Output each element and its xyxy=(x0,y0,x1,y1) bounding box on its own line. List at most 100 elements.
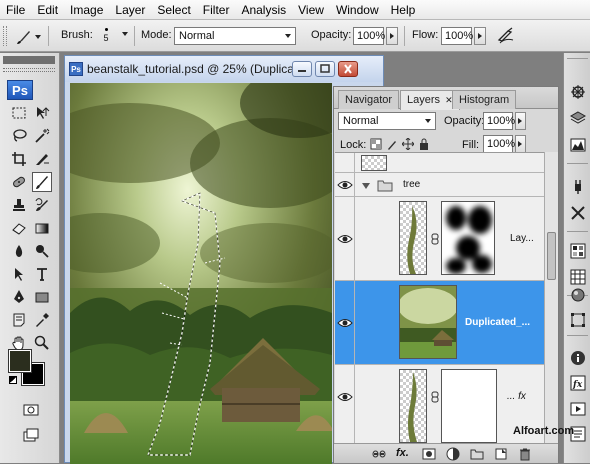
swatches-dock-button[interactable] xyxy=(568,267,587,286)
actions-dock-button[interactable] xyxy=(568,399,587,418)
default-colors-icon[interactable] xyxy=(9,376,17,384)
menu-analysis[interactable]: Analysis xyxy=(241,3,286,17)
move-tool[interactable] xyxy=(32,103,52,123)
brushes-dock-button[interactable] xyxy=(568,177,587,196)
type-tool[interactable] xyxy=(32,264,52,284)
flow-slider-button[interactable] xyxy=(474,27,486,45)
blend-mode-select[interactable]: Normal xyxy=(338,112,436,130)
history-brush-tool[interactable] xyxy=(32,195,52,215)
visibility-cell[interactable] xyxy=(335,173,355,196)
scrollbar-thumb[interactable] xyxy=(547,232,556,280)
foreground-color-swatch[interactable] xyxy=(8,349,32,373)
document-canvas[interactable] xyxy=(70,83,332,464)
lock-all-icon[interactable] xyxy=(418,138,430,150)
add-mask-icon[interactable] xyxy=(422,447,436,461)
photoshop-logo[interactable]: Ps xyxy=(7,80,33,100)
eye-icon[interactable] xyxy=(337,389,353,405)
blur-tool[interactable] xyxy=(9,241,29,261)
healing-brush-tool[interactable] xyxy=(9,172,29,192)
lock-pixels-icon[interactable] xyxy=(386,138,398,150)
visibility-cell[interactable] xyxy=(335,281,355,364)
notes-tool[interactable] xyxy=(9,310,29,330)
layer-row[interactable]: Lay... xyxy=(335,197,544,281)
menu-window[interactable]: Window xyxy=(336,3,379,17)
chevron-down-icon[interactable] xyxy=(122,32,128,36)
eye-icon[interactable] xyxy=(337,177,353,193)
fill-slider-button[interactable] xyxy=(515,135,526,153)
collapse-triangle-icon[interactable] xyxy=(361,181,371,191)
fx-icon[interactable]: fx. xyxy=(396,447,410,461)
layer-opacity-slider-button[interactable] xyxy=(515,112,526,130)
menu-view[interactable]: View xyxy=(298,3,324,17)
slice-tool[interactable] xyxy=(32,149,52,169)
visibility-cell[interactable] xyxy=(335,197,355,280)
visibility-cell[interactable] xyxy=(335,153,355,172)
crop-tool[interactable] xyxy=(9,149,29,169)
styles-fx-dock-button[interactable]: fx xyxy=(568,373,587,392)
airbrush-button[interactable] xyxy=(496,26,518,46)
shape-tool[interactable] xyxy=(32,287,52,307)
brush-tool[interactable] xyxy=(32,172,52,192)
eyedropper-tool[interactable] xyxy=(32,310,52,330)
opacity-slider-button[interactable] xyxy=(386,27,398,45)
toolbox-header[interactable] xyxy=(3,56,55,64)
new-layer-icon[interactable] xyxy=(494,447,508,461)
tool-preset-picker[interactable] xyxy=(12,26,42,46)
lock-position-icon[interactable] xyxy=(402,138,414,150)
navigator-dock-button[interactable] xyxy=(568,82,587,101)
layer-row[interactable] xyxy=(335,153,544,173)
fill-input[interactable]: 100% xyxy=(483,135,515,153)
histogram-dock-button[interactable] xyxy=(568,135,587,154)
menu-edit[interactable]: Edit xyxy=(37,3,58,17)
eye-icon[interactable] xyxy=(337,231,353,247)
flow-input[interactable]: 100% xyxy=(441,27,473,45)
tool-presets-dock-button[interactable] xyxy=(568,203,587,222)
magic-wand-tool[interactable] xyxy=(32,126,52,146)
dodge-tool[interactable] xyxy=(32,241,52,261)
tab-layers[interactable]: Layers ✕ xyxy=(400,90,460,110)
tab-histogram[interactable]: Histogram xyxy=(452,90,517,109)
menu-help[interactable]: Help xyxy=(391,3,416,17)
clone-stamp-tool[interactable] xyxy=(9,195,29,215)
layer-opacity-input[interactable]: 100% xyxy=(483,112,515,130)
toolbox-grip[interactable] xyxy=(3,68,55,72)
info-dock-button[interactable] xyxy=(568,348,587,367)
new-group-icon[interactable] xyxy=(470,447,484,461)
eye-icon[interactable] xyxy=(337,315,353,331)
maximize-button[interactable] xyxy=(315,61,335,77)
layer-group-row[interactable]: tree xyxy=(335,173,544,197)
chain-link-icon[interactable] xyxy=(431,391,439,403)
visibility-cell[interactable] xyxy=(335,365,355,444)
minimize-button[interactable] xyxy=(292,61,312,77)
menu-file[interactable]: File xyxy=(6,3,25,17)
layer-row-selected[interactable]: Duplicated_... xyxy=(335,281,544,365)
chain-link-icon[interactable] xyxy=(431,233,439,245)
transform-dock-button[interactable] xyxy=(568,310,587,329)
trash-icon[interactable] xyxy=(518,447,532,461)
brush-size-picker[interactable]: 5 xyxy=(97,26,115,48)
lasso-tool[interactable] xyxy=(9,126,29,146)
opacity-input[interactable]: 100% xyxy=(353,27,385,45)
document-titlebar[interactable]: Ps beanstalk_tutorial.psd @ 25% (Duplica… xyxy=(65,56,383,82)
layer-mask-thumbnail[interactable] xyxy=(441,201,495,275)
gradient-tool[interactable] xyxy=(32,218,52,238)
styles-dock-button[interactable] xyxy=(568,285,587,304)
menu-filter[interactable]: Filter xyxy=(203,3,230,17)
screen-mode-button[interactable] xyxy=(21,425,41,445)
quick-mask-button[interactable] xyxy=(21,400,41,420)
menu-select[interactable]: Select xyxy=(157,3,190,17)
color-dock-button[interactable] xyxy=(568,241,587,260)
path-selection-tool[interactable] xyxy=(9,264,29,284)
adjustment-layer-icon[interactable] xyxy=(446,447,460,461)
pen-tool[interactable] xyxy=(9,287,29,307)
marquee-tool[interactable] xyxy=(9,103,29,123)
mode-select[interactable]: Normal xyxy=(174,27,296,45)
options-grip[interactable] xyxy=(3,26,7,46)
zoom-tool[interactable] xyxy=(32,333,52,353)
link-layers-icon[interactable] xyxy=(372,447,386,461)
layers-scrollbar[interactable] xyxy=(544,152,558,444)
tab-navigator[interactable]: Navigator xyxy=(338,90,400,109)
close-window-button[interactable] xyxy=(338,61,358,77)
layers-dock-button[interactable] xyxy=(568,108,587,127)
menu-layer[interactable]: Layer xyxy=(115,3,145,17)
